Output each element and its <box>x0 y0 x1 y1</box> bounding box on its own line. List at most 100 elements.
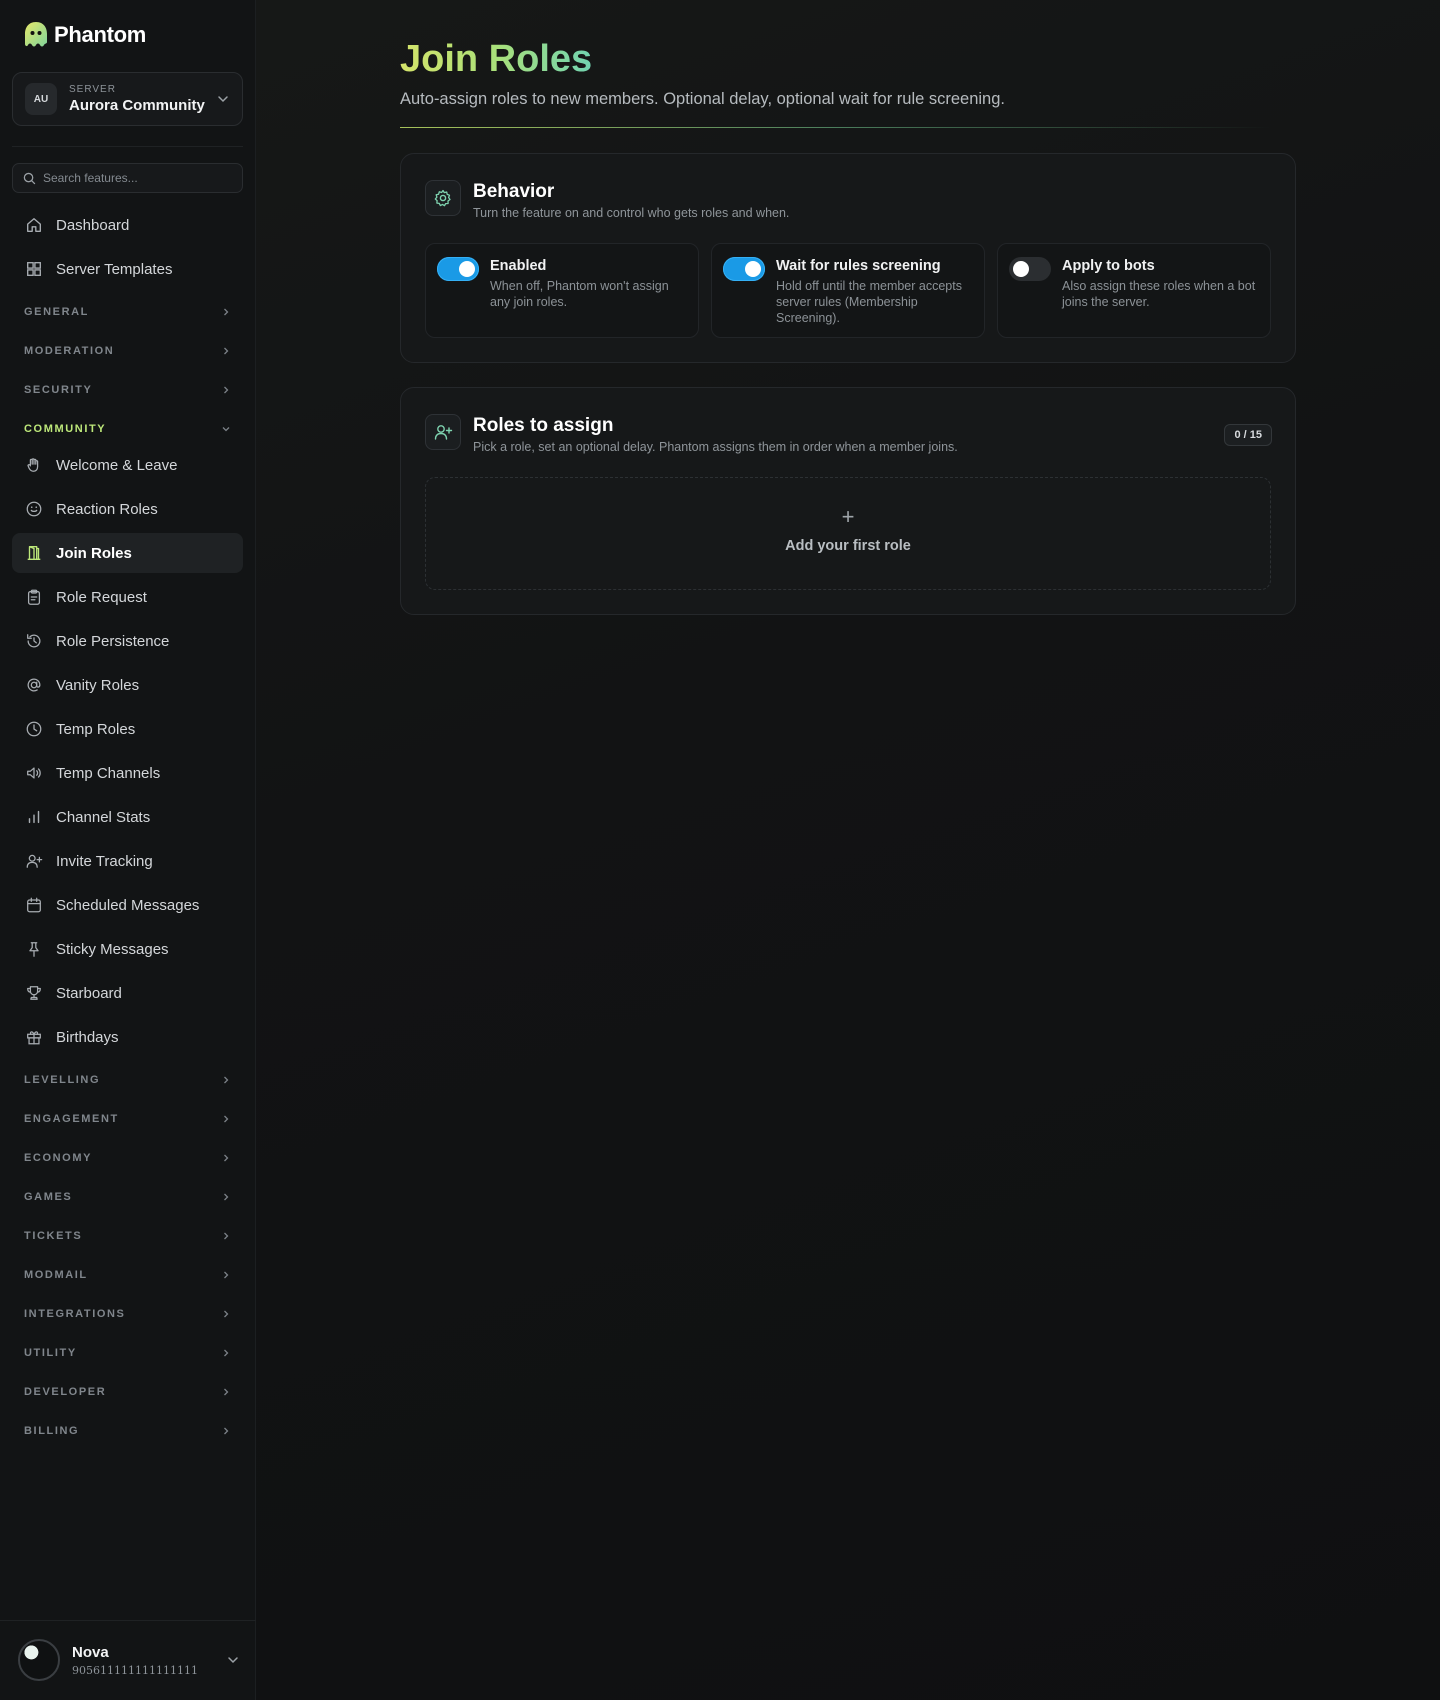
nav-item-reaction-roles[interactable]: Reaction Roles <box>12 489 243 529</box>
clipboard-icon <box>24 587 44 607</box>
nav-item-label: Dashboard <box>56 216 130 234</box>
at-icon <box>24 675 44 695</box>
nav-item-label: Invite Tracking <box>56 852 153 870</box>
section-label: TICKETS <box>24 1230 83 1242</box>
toggle-description: Also assign these roles when a bot joins… <box>1062 279 1256 309</box>
enabled-toggle[interactable] <box>437 257 479 281</box>
trophy-icon <box>24 983 44 1003</box>
server-avatar: AU <box>25 83 57 115</box>
nav-item-label: Scheduled Messages <box>56 896 200 914</box>
toggle-knob <box>459 261 475 277</box>
nav-item-welcome-leave[interactable]: Welcome & Leave <box>12 445 243 485</box>
section-label: SECURITY <box>24 384 93 396</box>
nav-item-label: Reaction Roles <box>56 500 158 518</box>
apply-bots-toggle[interactable] <box>1009 257 1051 281</box>
nav-item-channel-stats[interactable]: Channel Stats <box>12 797 243 837</box>
nav-item-scheduled-messages[interactable]: Scheduled Messages <box>12 885 243 925</box>
user-menu[interactable]: Nova 905611111111111111 <box>18 1639 240 1681</box>
section-label: GENERAL <box>24 306 89 318</box>
section-billing[interactable]: BILLING <box>12 1419 243 1443</box>
nav-item-label: Sticky Messages <box>56 940 169 958</box>
section-label: BILLING <box>24 1425 80 1437</box>
nav-item-label: Server Templates <box>56 260 173 278</box>
section-security[interactable]: SECURITY <box>12 378 243 402</box>
wait-screening-toggle[interactable] <box>723 257 765 281</box>
section-games[interactable]: GAMES <box>12 1185 243 1209</box>
phantom-logo-icon <box>25 22 47 47</box>
section-levelling[interactable]: LEVELLING <box>12 1068 243 1092</box>
nav-item-label: Role Persistence <box>56 632 170 650</box>
section-integrations[interactable]: INTEGRATIONS <box>12 1302 243 1326</box>
add-role-label: Add your first role <box>785 538 911 554</box>
chevron-right-icon <box>224 1076 229 1084</box>
section-general[interactable]: GENERAL <box>12 300 243 324</box>
nav-item-join-roles[interactable]: Join Roles <box>12 533 243 573</box>
toggle-description: When off, Phantom won't assign any join … <box>490 279 669 309</box>
title-divider <box>400 127 1270 128</box>
section-moderation[interactable]: MODERATION <box>12 339 243 363</box>
nav-item-sticky-messages[interactable]: Sticky Messages <box>12 929 243 969</box>
chevron-right-icon <box>224 1271 229 1279</box>
add-first-role-button[interactable]: + Add your first role <box>425 477 1271 590</box>
section-label: MODERATION <box>24 345 115 357</box>
section-modmail[interactable]: MODMAIL <box>12 1263 243 1287</box>
chevron-right-icon <box>224 1193 229 1201</box>
section-engagement[interactable]: ENGAGEMENT <box>12 1107 243 1131</box>
chevron-down-icon <box>222 427 230 432</box>
pin-icon <box>24 939 44 959</box>
search-input[interactable] <box>42 171 232 185</box>
toggle-knob <box>1013 261 1029 277</box>
server-name: Aurora Community <box>69 97 205 114</box>
section-label: ENGAGEMENT <box>24 1113 119 1125</box>
section-developer[interactable]: DEVELOPER <box>12 1380 243 1404</box>
avatar <box>18 1639 60 1681</box>
section-community[interactable]: COMMUNITY <box>12 417 243 441</box>
nav-item-role-request[interactable]: Role Request <box>12 577 243 617</box>
section-label: COMMUNITY <box>24 423 107 435</box>
calendar-icon <box>24 895 44 915</box>
nav-item-birthdays[interactable]: Birthdays <box>12 1017 243 1057</box>
server-caption: SERVER <box>69 84 116 95</box>
behavior-title: Behavior <box>473 181 555 202</box>
nav-item-starboard[interactable]: Starboard <box>12 973 243 1013</box>
smile-icon <box>24 499 44 519</box>
brand[interactable]: Phantom <box>22 20 146 50</box>
chevron-right-icon <box>224 1232 229 1240</box>
feature-search[interactable] <box>12 163 243 193</box>
bar-chart-icon <box>24 807 44 827</box>
nav-item-temp-roles[interactable]: Temp Roles <box>12 709 243 749</box>
nav-item-label: Join Roles <box>56 544 132 562</box>
nav-item-vanity-roles[interactable]: Vanity Roles <box>12 665 243 705</box>
chevron-right-icon <box>224 1154 229 1162</box>
nav-item-label: Temp Channels <box>56 764 161 782</box>
chevron-right-icon <box>224 1388 229 1396</box>
nav-item-dashboard[interactable]: Dashboard <box>12 205 243 245</box>
nav-item-server-templates[interactable]: Server Templates <box>12 249 243 289</box>
user-id: 905611111111111111 <box>72 1663 198 1677</box>
roles-count-badge: 0 / 15 <box>1224 424 1272 446</box>
behavior-description: Turn the feature on and control who gets… <box>473 206 790 220</box>
history-icon <box>24 631 44 651</box>
nav-item-label: Welcome & Leave <box>56 456 178 474</box>
brand-name: Phantom <box>54 22 147 47</box>
nav-item-label: Vanity Roles <box>56 676 140 694</box>
nav-item-label: Role Request <box>56 588 147 606</box>
nav-item-role-persistence[interactable]: Role Persistence <box>12 621 243 661</box>
section-economy[interactable]: ECONOMY <box>12 1146 243 1170</box>
server-selector[interactable]: AU SERVER Aurora Community <box>12 72 243 126</box>
nav-item-invite-tracking[interactable]: Invite Tracking <box>12 841 243 881</box>
section-label: LEVELLING <box>24 1074 101 1086</box>
clock-icon <box>24 719 44 739</box>
chevron-down-icon <box>218 96 228 103</box>
chevron-right-icon <box>224 1115 229 1123</box>
nav-item-label: Birthdays <box>56 1028 119 1046</box>
nav-item-temp-channels[interactable]: Temp Channels <box>12 753 243 793</box>
sidebar: Phantom AU SERVER Aurora Community Dashb… <box>0 0 256 1700</box>
grid-icon <box>24 259 44 279</box>
user-divider <box>0 1620 256 1621</box>
chevron-right-icon <box>224 1427 229 1435</box>
section-utility[interactable]: UTILITY <box>12 1341 243 1365</box>
sidebar-divider <box>12 146 243 147</box>
section-tickets[interactable]: TICKETS <box>12 1224 243 1248</box>
hand-icon <box>24 455 44 475</box>
